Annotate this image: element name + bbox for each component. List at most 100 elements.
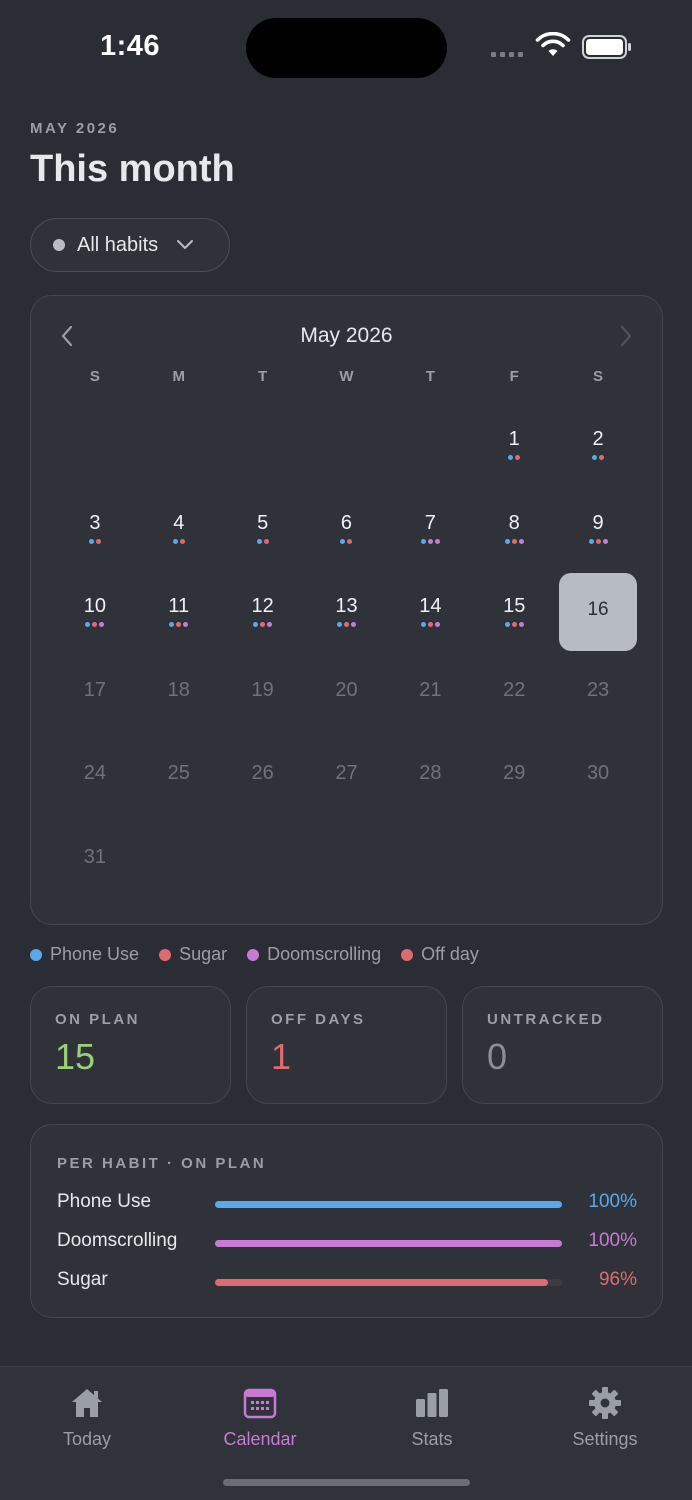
- habit-dot: [504, 538, 510, 544]
- calendar-day[interactable]: 21: [388, 655, 472, 739]
- chevron-right-icon[interactable]: [618, 324, 634, 348]
- tab-today[interactable]: Today: [22, 1385, 152, 1450]
- per-habit-title: PER HABIT · ON PLAN: [57, 1155, 267, 1172]
- calendar-icon: [243, 1388, 277, 1419]
- habit-dots: [420, 538, 440, 544]
- stat-label: UNTRACKED: [487, 1011, 605, 1028]
- legend-label: Off day: [421, 944, 479, 964]
- calendar-blank: [305, 404, 389, 488]
- home-icon: [72, 1389, 102, 1417]
- calendar-day[interactable]: 5: [221, 488, 305, 572]
- habit-dot: [518, 622, 524, 628]
- calendar-day[interactable]: 7: [388, 488, 472, 572]
- legend-item: Sugar: [159, 944, 227, 965]
- per-habit-card: PER HABIT · ON PLAN Phone Use 100% Doomscr…: [30, 1124, 663, 1318]
- day-number: 14: [419, 595, 442, 618]
- habit-percent: 96%: [598, 1269, 637, 1290]
- tab-label: Stats: [411, 1429, 453, 1449]
- day-number: 25: [167, 762, 190, 785]
- calendar-day[interactable]: 27: [305, 738, 389, 822]
- habit-dot: [420, 622, 426, 628]
- calendar-day[interactable]: 9: [556, 488, 640, 572]
- calendar-day[interactable]: 8: [472, 488, 556, 572]
- chevron-down-icon: [177, 240, 194, 249]
- day-number: 13: [335, 595, 358, 618]
- habit-dot: [508, 455, 514, 460]
- calendar-day[interactable]: 25: [137, 738, 221, 822]
- tab-calendar[interactable]: Calendar: [195, 1385, 325, 1450]
- calendar-day[interactable]: 22: [472, 655, 556, 739]
- calendar-day[interactable]: 30: [556, 738, 640, 822]
- habit-dot: [172, 538, 178, 544]
- habit-dot: [515, 455, 521, 460]
- calendar-day[interactable]: 26: [221, 738, 305, 822]
- habit-dot: [253, 622, 259, 628]
- habit-filter-dropdown[interactable]: All habits: [30, 218, 230, 272]
- habit-dot: [340, 538, 346, 544]
- page-title: This month: [30, 148, 235, 190]
- calendar-day[interactable]: 20: [305, 655, 389, 739]
- habit-dot: [88, 538, 94, 544]
- legend-dot: [247, 948, 260, 961]
- habit-percent: 100%: [588, 1191, 637, 1212]
- calendar-day[interactable]: 18: [137, 655, 221, 739]
- weekday-header: SMTWTFS: [53, 368, 640, 385]
- habit-dot: [511, 622, 517, 628]
- habit-dot: [169, 622, 175, 628]
- habit-dots: [88, 538, 101, 544]
- day-number: 28: [419, 762, 442, 785]
- calendar-day[interactable]: 17: [53, 655, 137, 739]
- calendar-day[interactable]: 1: [472, 404, 556, 488]
- day-number: 9: [592, 511, 604, 534]
- calendar-day[interactable]: 4: [137, 488, 221, 572]
- day-number: 26: [251, 762, 274, 785]
- calendar-day[interactable]: 3: [53, 488, 137, 572]
- calendar-day[interactable]: 10: [53, 571, 137, 655]
- habit-progress-bar: [215, 1279, 562, 1286]
- habit-dot: [420, 538, 426, 544]
- calendar-day[interactable]: 31: [53, 822, 137, 906]
- filter-dot-icon: [53, 239, 65, 251]
- calendar-blank: [388, 404, 472, 488]
- calendar-day[interactable]: 2: [556, 404, 640, 488]
- habit-progress-bar: [215, 1201, 562, 1208]
- calendar-day[interactable]: 15: [472, 571, 556, 655]
- weekday-label: T: [258, 368, 268, 385]
- calendar-day[interactable]: 24: [53, 738, 137, 822]
- habit-dots: [85, 622, 105, 628]
- day-number: 16: [587, 599, 609, 621]
- calendar-day[interactable]: 23: [556, 655, 640, 739]
- day-number: 8: [508, 511, 520, 534]
- calendar-day[interactable]: 29: [472, 738, 556, 822]
- calendar-day[interactable]: 13: [305, 571, 389, 655]
- calendar-day[interactable]: 6: [305, 488, 389, 572]
- tab-label: Settings: [572, 1429, 638, 1449]
- home-indicator: [223, 1479, 470, 1486]
- legend-dot: [159, 948, 172, 961]
- habit-dot: [592, 455, 598, 460]
- habit-dots: [253, 622, 273, 628]
- legend-dot: [401, 948, 414, 961]
- calendar-day-today[interactable]: 16: [556, 571, 640, 655]
- legend-item: Phone Use: [30, 944, 139, 965]
- habit-dot: [179, 538, 185, 544]
- habit-dots: [588, 538, 608, 544]
- calendar-day[interactable]: 11: [137, 571, 221, 655]
- calendar-day[interactable]: 14: [388, 571, 472, 655]
- calendar-day[interactable]: 19: [221, 655, 305, 739]
- habit-dot: [511, 538, 517, 544]
- weekday-label: F: [509, 368, 519, 385]
- tab-stats[interactable]: Stats: [367, 1385, 497, 1450]
- habit-dots: [340, 538, 353, 544]
- tab-label: Today: [62, 1429, 112, 1449]
- habit-dot: [176, 622, 182, 628]
- calendar-day[interactable]: 28: [388, 738, 472, 822]
- habit-progress-fill: [215, 1201, 562, 1208]
- tab-settings[interactable]: Settings: [540, 1385, 670, 1450]
- weekday-label: S: [89, 368, 100, 385]
- legend-label: Phone Use: [50, 944, 140, 964]
- stat-value: 0: [487, 1036, 508, 1077]
- day-number: 24: [83, 762, 107, 785]
- gear-icon: [589, 1387, 621, 1419]
- calendar-day[interactable]: 12: [221, 571, 305, 655]
